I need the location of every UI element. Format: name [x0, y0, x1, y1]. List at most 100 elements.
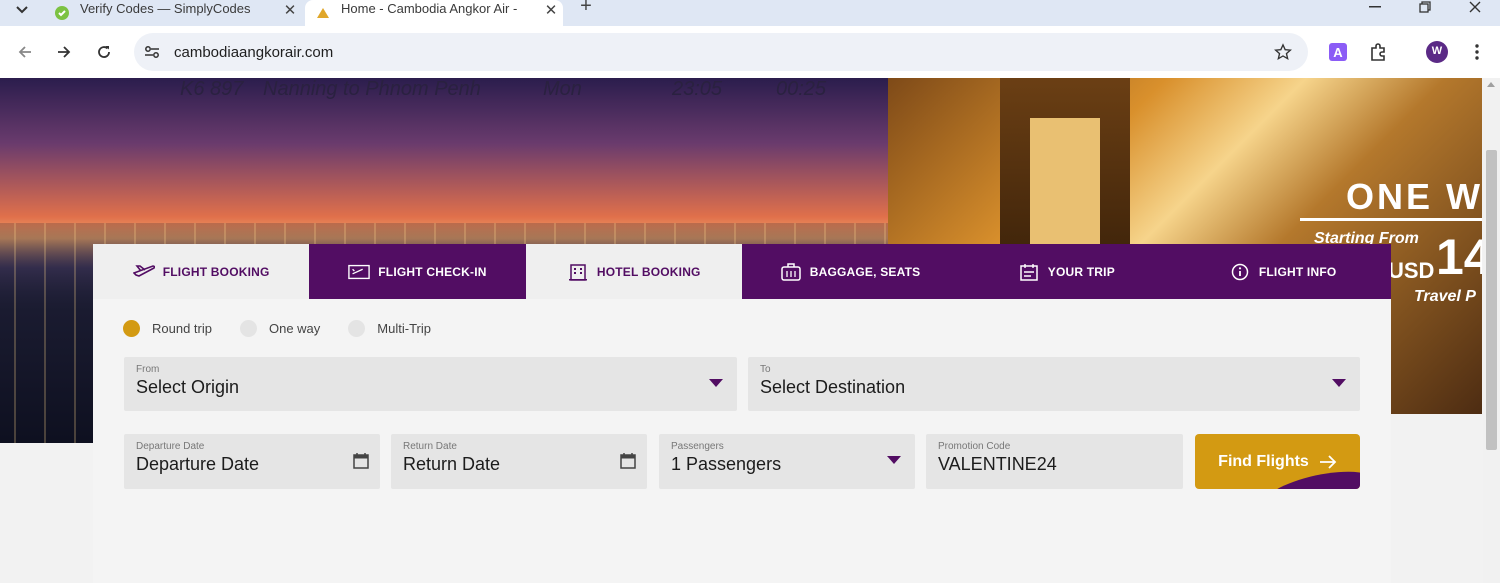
new-tab-button[interactable]: + [574, 0, 598, 16]
schedule-route: Nanning to Phnom Penh [263, 78, 481, 100]
url-text[interactable]: cambodiaangkorair.com [174, 44, 333, 61]
tab-hotel-booking[interactable]: HOTEL BOOKING [525, 244, 742, 299]
calendar-icon[interactable] [619, 452, 637, 470]
tab-label: YOUR TRIP [1047, 264, 1115, 279]
back-button[interactable] [11, 38, 39, 66]
trip-icon [1018, 262, 1040, 282]
minimize-button[interactable] [1350, 0, 1400, 14]
tab-label: BAGGAGE, SEATS [809, 264, 921, 279]
schedule-flight: K6 897 [180, 78, 244, 100]
field-label: Promotion Code [938, 441, 1011, 452]
caret-down-icon [887, 456, 901, 464]
arrow-left-icon [18, 46, 31, 58]
radio-label: Multi-Trip [377, 321, 431, 336]
arrow-right-icon [58, 46, 71, 58]
radio-round-trip[interactable]: Round trip [123, 320, 212, 337]
field-label: Return Date [403, 441, 457, 452]
restore-icon [1419, 1, 1431, 13]
find-flights-button[interactable]: Find Flights [1195, 434, 1360, 489]
promo-code-input[interactable]: Promotion Code VALENTINE24 [926, 434, 1183, 489]
radio-multi-trip[interactable]: Multi-Trip [348, 320, 431, 337]
tab-flight-check-in[interactable]: FLIGHT CHECK-IN [309, 244, 526, 299]
arrow-right-icon [1319, 454, 1337, 469]
close-tab-icon[interactable]: ✕ [539, 1, 563, 19]
caret-down-icon [1332, 379, 1346, 387]
field-label: Passengers [671, 441, 724, 452]
reload-icon [98, 46, 110, 58]
close-tab-icon[interactable]: ✕ [278, 1, 302, 19]
radio-dot[interactable] [239, 320, 257, 337]
origin-select[interactable]: From Select Origin [124, 357, 737, 411]
tab-label: FLIGHT CHECK-IN [378, 264, 487, 279]
return-date-field[interactable]: Return Date Return Date [391, 434, 647, 489]
minimize-icon [1369, 6, 1381, 8]
tab-label: FLIGHT BOOKING [162, 264, 270, 279]
bookmark-star-icon[interactable] [1272, 41, 1294, 63]
passengers-select[interactable]: Passengers 1 Passengers [659, 434, 915, 489]
browser-menu-icon[interactable] [1465, 40, 1489, 64]
schedule-day: Mon [543, 78, 582, 100]
chevron-down-icon [16, 6, 28, 14]
passengers-value: 1 Passengers [671, 454, 782, 474]
promo-code-value[interactable]: VALENTINE24 [938, 454, 1057, 475]
tab-search-button[interactable] [8, 0, 36, 20]
extension-a-icon[interactable]: A [1326, 40, 1350, 64]
site-settings-icon[interactable] [142, 42, 162, 62]
svg-text:A: A [1333, 45, 1343, 60]
schedule-arrive: 00:25 [776, 78, 827, 100]
booking-tabs: FLIGHT BOOKING FLIGHT CHECK-IN HOTEL BOO… [93, 244, 1391, 299]
tab-your-trip[interactable]: YOUR TRIP [958, 244, 1175, 299]
radio-dot[interactable] [123, 320, 140, 337]
close-window-button[interactable] [1450, 0, 1500, 14]
tab-title: Verify Codes — SimplyCodes [80, 0, 251, 16]
promo-price: 14 [1436, 229, 1482, 285]
field-label: Departure Date [136, 441, 205, 452]
promo-headline: ONE W [1346, 176, 1482, 217]
tab-title: Home - Cambodia Angkor Air - [341, 0, 518, 16]
find-flights-label: Find Flights [1218, 452, 1309, 470]
browser-tab-simplycodes[interactable]: Verify Codes — SimplyCodes ✕ [44, 0, 302, 26]
tab-baggage-seats[interactable]: BAGGAGE, SEATS [741, 244, 959, 299]
browser-tabstrip: Verify Codes — SimplyCodes ✕ Home - Camb… [0, 0, 1500, 26]
tab-flight-info[interactable]: FLIGHT INFO [1174, 244, 1391, 299]
tab-flight-booking[interactable]: FLIGHT BOOKING [93, 244, 310, 299]
browser-tab-angkor-air[interactable]: Home - Cambodia Angkor Air - ✕ [305, 0, 563, 26]
browser-toolbar: cambodiaangkorair.com A W [0, 26, 1500, 78]
calendar-icon[interactable] [352, 452, 370, 470]
schedule-depart: 23:05 [672, 78, 723, 100]
plane-icon [132, 262, 155, 282]
tab-label: FLIGHT INFO [1258, 264, 1337, 279]
radio-one-way[interactable]: One way [239, 320, 321, 337]
forward-button[interactable] [50, 38, 78, 66]
origin-value: Select Origin [136, 377, 240, 397]
promo-note: Travel P [1414, 288, 1476, 305]
tab-label: HOTEL BOOKING [596, 264, 701, 279]
address-bar[interactable]: cambodiaangkorair.com [134, 33, 1308, 71]
extensions-puzzle-icon[interactable] [1366, 40, 1390, 64]
trip-type-group: Round trip One way Multi-Trip [123, 320, 431, 337]
restore-button[interactable] [1400, 0, 1450, 14]
scrollbar-thumb[interactable] [1486, 150, 1497, 450]
radio-label: One way [268, 321, 321, 336]
profile-avatar[interactable]: W [1425, 40, 1449, 64]
destination-select[interactable]: To Select Destination [748, 357, 1360, 411]
angkor-air-favicon-icon [315, 5, 331, 21]
booking-widget: FLIGHT BOOKING FLIGHT CHECK-IN HOTEL BOO… [93, 244, 1391, 583]
departure-date-value: Departure Date [136, 454, 260, 474]
scroll-up-icon[interactable] [1487, 82, 1495, 87]
baggage-icon [780, 262, 802, 282]
destination-value: Select Destination [760, 377, 906, 397]
field-label: To [760, 364, 771, 375]
hotel-icon [567, 262, 589, 282]
radio-dot[interactable] [348, 320, 366, 337]
ticket-icon [348, 262, 371, 282]
departure-date-field[interactable]: Departure Date Departure Date [124, 434, 380, 489]
field-label: From [136, 364, 160, 375]
page-scrollbar[interactable] [1483, 78, 1500, 583]
promo-divider [1300, 218, 1482, 221]
reload-button[interactable] [90, 38, 118, 66]
promo-currency: USD [1388, 258, 1435, 283]
profile-initial: W [1431, 45, 1443, 57]
return-date-value: Return Date [403, 454, 501, 474]
page-content: K6 897 Nanning to Phnom Penh Mon 23:05 0… [0, 78, 1500, 583]
